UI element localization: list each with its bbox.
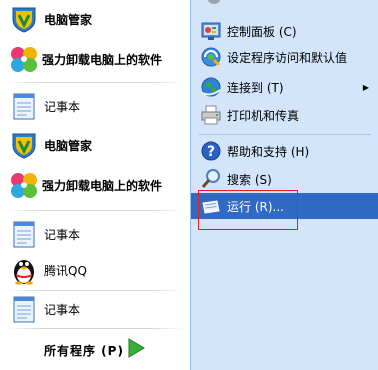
svg-text:?: ?: [207, 144, 215, 160]
program-item-qq[interactable]: 腾讯QQ: [0, 252, 190, 288]
menu-item-label: 设定程序访问和默认值: [227, 50, 348, 65]
menu-item-label: 运行 (R)...: [227, 199, 284, 214]
program-access-icon: [199, 45, 223, 69]
menu-item-search[interactable]: 搜索 (S): [191, 166, 378, 192]
menu-item-label: 搜索 (S): [227, 172, 272, 187]
qq-penguin-icon: [8, 254, 40, 286]
menu-item-label: 连接到 (T): [227, 80, 284, 95]
program-item-notepad[interactable]: 记事本: [0, 88, 190, 124]
printer-icon: [199, 103, 223, 127]
separator: [6, 328, 184, 329]
program-item-label: 电脑管家: [44, 12, 93, 27]
program-item-label: 记事本: [44, 227, 81, 242]
menu-item-control-panel[interactable]: 控制面板 (C): [191, 18, 378, 44]
menu-item-label: 控制面板 (C): [227, 24, 297, 39]
all-programs-label: 所有程序 (P): [44, 344, 124, 358]
magnifier-icon: [199, 167, 223, 191]
shield-icon: [8, 129, 40, 161]
menu-item-run[interactable]: 运行 (R)...: [191, 193, 378, 219]
program-item-uninstall[interactable]: 强力卸载电脑上的软件: [0, 40, 190, 78]
program-item-label: 记事本: [44, 302, 81, 317]
menu-item-printers-faxes[interactable]: 打印机和传真: [191, 102, 378, 128]
all-programs-button[interactable]: 所有程序 (P): [0, 328, 190, 370]
separator: [6, 290, 184, 291]
help-icon: ?: [199, 139, 223, 163]
menu-item-label: 帮助和支持 (H): [227, 144, 310, 159]
program-item-label: 腾讯QQ: [44, 263, 87, 278]
program-item-label: 记事本: [44, 99, 81, 114]
program-item-notepad[interactable]: 记事本: [0, 216, 190, 252]
program-item-label: 强力卸载电脑上的软件: [42, 178, 163, 193]
program-item-uninstall[interactable]: 强力卸载电脑上的软件: [0, 166, 190, 204]
shield-icon: [8, 3, 40, 35]
start-menu-left-panel: 电脑管家 强力卸载电脑上的软件 记事本 电脑管家 强力卸载电脑上的软件 记事本: [0, 0, 190, 370]
separator: [6, 82, 184, 83]
program-item-label: 强力卸载电脑上的软件: [42, 52, 163, 67]
globe-icon: [199, 75, 223, 99]
program-item-label: 电脑管家: [44, 138, 93, 153]
my-computer-icon-partial: [207, 0, 221, 4]
menu-item-program-access[interactable]: 设定程序访问和默认值: [191, 44, 378, 70]
control-panel-icon: [199, 19, 223, 43]
program-item-notepad[interactable]: 记事本: [0, 292, 190, 326]
start-menu-right-panel: 控制面板 (C) 设定程序访问和默认值 连接到 (T) ▶ 打印机和传真 ? 帮…: [190, 0, 378, 370]
separator: [199, 134, 371, 135]
notepad-icon: [8, 293, 40, 325]
pinwheel-icon: [8, 169, 40, 201]
program-item-pc-manager[interactable]: 电脑管家: [0, 128, 190, 162]
run-icon: [199, 194, 223, 218]
separator: [6, 210, 184, 211]
menu-item-help-support[interactable]: ? 帮助和支持 (H): [191, 138, 378, 164]
menu-item-connect-to[interactable]: 连接到 (T) ▶: [191, 74, 378, 100]
program-item-pc-manager[interactable]: 电脑管家: [0, 2, 190, 36]
green-arrow-icon: [126, 337, 146, 359]
submenu-arrow-icon: ▶: [362, 82, 369, 92]
menu-item-label: 打印机和传真: [227, 108, 300, 123]
notepad-icon: [8, 90, 40, 122]
pinwheel-icon: [8, 43, 40, 75]
notepad-icon: [8, 218, 40, 250]
